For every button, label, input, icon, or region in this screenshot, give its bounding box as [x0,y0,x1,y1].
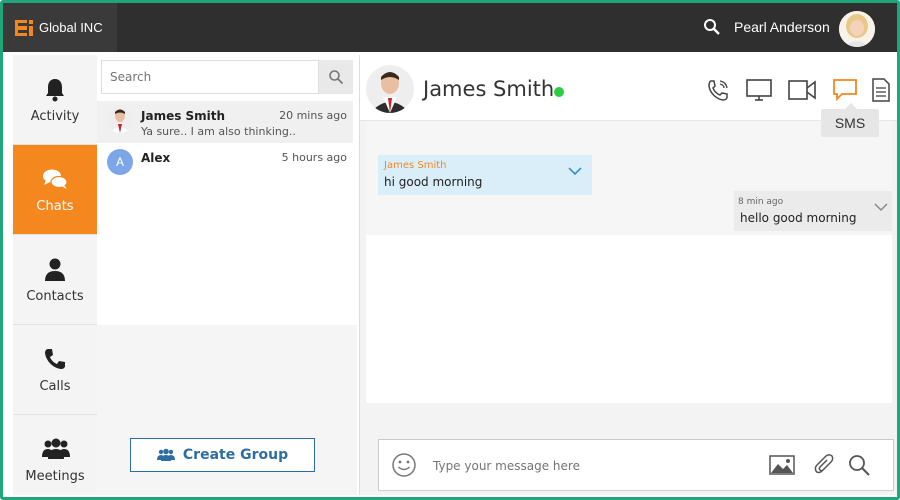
message-time: 8 min ago [738,197,784,207]
search-button[interactable] [319,60,353,94]
chat-name: James Smith [141,109,226,123]
sidebar-item-label: Calls [39,379,71,394]
brand[interactable]: Global INC [3,3,117,52]
chevron-down-icon[interactable] [874,197,888,216]
chat-preview: Ya sure.. I am also thinking.. [141,125,296,138]
avatar[interactable] [366,65,414,113]
search-icon[interactable] [703,18,721,36]
create-group-label: Create Group [182,447,289,463]
contact-name: James Smith [423,77,555,101]
search-icon [329,70,344,85]
message-area: James Smith hi good morning 8 min ago he… [366,121,892,403]
screen-share-icon[interactable] [745,77,772,103]
message-sender: James Smith [384,160,447,171]
message-composer [378,439,894,491]
create-group-button[interactable]: Create Group [130,438,315,472]
sidebar-item-meetings[interactable]: Meetings [13,415,97,497]
sms-tooltip: SMS [821,103,879,137]
sidebar-item-label: Chats [36,199,74,214]
online-status-dot [554,87,564,97]
sidebar-item-calls[interactable]: Calls [13,325,97,415]
chat-time: 5 hours ago [281,151,347,164]
avatar: A [107,149,133,175]
chevron-down-icon[interactable] [568,161,582,180]
avatar[interactable] [839,11,875,47]
brand-name: Global INC [39,20,103,35]
chat-list: James Smith Ya sure.. I am also thinking… [97,55,357,325]
group-icon [156,448,175,461]
person-icon [41,255,69,283]
incoming-message[interactable]: James Smith hi good morning [378,155,592,195]
chat-time: 20 mins ago [279,109,347,122]
sms-icon[interactable] [832,77,858,103]
search-icon[interactable] [847,453,873,477]
emoji-icon[interactable] [391,452,417,478]
conversation-panel: James Smith James Smith hi good morning … [359,55,897,495]
group-icon [41,435,70,463]
sidebar-item-contacts[interactable]: Contacts [13,235,97,325]
chat-name: Alex [141,151,171,165]
phone-icon [41,345,69,373]
user-name[interactable]: Pearl Anderson [734,19,830,35]
image-icon[interactable] [769,453,795,477]
message-list: James Smith hi good morning 8 min ago he… [366,121,892,235]
avatar [107,107,133,133]
message-text: hi good morning [384,175,483,189]
chat-bubbles-icon [41,165,69,193]
top-bar: Global INC Pearl Anderson [3,3,897,52]
list-item[interactable]: James Smith Ya sure.. I am also thinking… [97,101,353,143]
sidebar-item-label: Meetings [25,469,85,484]
sidebar-item-label: Contacts [26,289,84,304]
sidebar-item-chats[interactable]: Chats [13,145,97,235]
voice-call-icon[interactable] [705,77,731,103]
video-call-icon[interactable] [787,77,816,103]
sidebar-item-activity[interactable]: Activity [13,55,97,145]
search-input[interactable] [101,60,319,94]
document-icon[interactable] [870,77,896,103]
app-window: Global INC Pearl Anderson Activity Chats… [0,0,900,500]
sidebar-nav: Activity Chats Contacts Calls Meetings [13,55,97,495]
message-text: hello good morning [740,211,857,225]
brand-logo-icon [15,19,33,36]
conversation-header: James Smith [360,55,897,121]
chat-list-panel: James Smith Ya sure.. I am also thinking… [97,55,357,495]
bell-icon [41,75,69,103]
list-item[interactable]: A Alex 5 hours ago [97,143,353,185]
attachment-icon[interactable] [813,453,839,477]
sidebar-item-label: Activity [30,109,80,124]
message-input[interactable] [433,455,753,477]
outgoing-message[interactable]: 8 min ago hello good morning [734,191,892,231]
